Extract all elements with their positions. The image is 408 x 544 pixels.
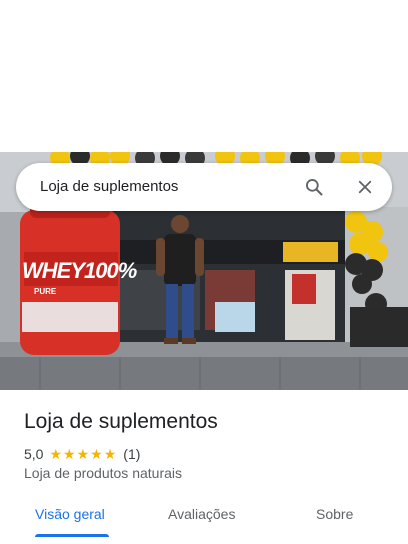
- close-icon: [358, 180, 372, 194]
- star-icon: ★: [76, 446, 90, 462]
- place-title: Loja de suplementos: [24, 410, 218, 433]
- search-query[interactable]: Loja de suplementos: [40, 178, 178, 195]
- rating-value: 5,0: [24, 446, 44, 462]
- place-category[interactable]: Loja de produtos naturais: [24, 465, 182, 481]
- tab-about[interactable]: Sobre: [316, 506, 353, 522]
- clear-search-button[interactable]: [349, 171, 381, 203]
- blank-top-area: [0, 0, 408, 152]
- search-button[interactable]: [298, 171, 330, 203]
- star-icon: ★: [49, 446, 63, 462]
- review-count[interactable]: (1): [123, 446, 140, 462]
- star-icon: ★: [103, 446, 117, 462]
- place-info-panel: Loja de suplementos 5,0 ★ ★ ★ ★ ★ (1) Lo…: [0, 390, 408, 544]
- star-icon: ★: [63, 446, 76, 462]
- rating-row[interactable]: 5,0 ★ ★ ★ ★ ★ (1): [24, 445, 140, 463]
- rating-stars: ★ ★ ★ ★ ★: [49, 447, 117, 461]
- active-tab-indicator: [35, 534, 109, 537]
- tab-reviews[interactable]: Avaliações: [168, 506, 235, 522]
- search-bar[interactable]: Loja de suplementos: [16, 163, 392, 211]
- place-tabs: Visão geral Avaliações Sobre: [0, 494, 408, 540]
- search-icon: [306, 179, 323, 196]
- tab-overview[interactable]: Visão geral: [35, 506, 105, 522]
- pure-text: PURE: [34, 287, 57, 296]
- star-icon: ★: [90, 446, 103, 462]
- brand-text: WHEY100%: [22, 258, 137, 283]
